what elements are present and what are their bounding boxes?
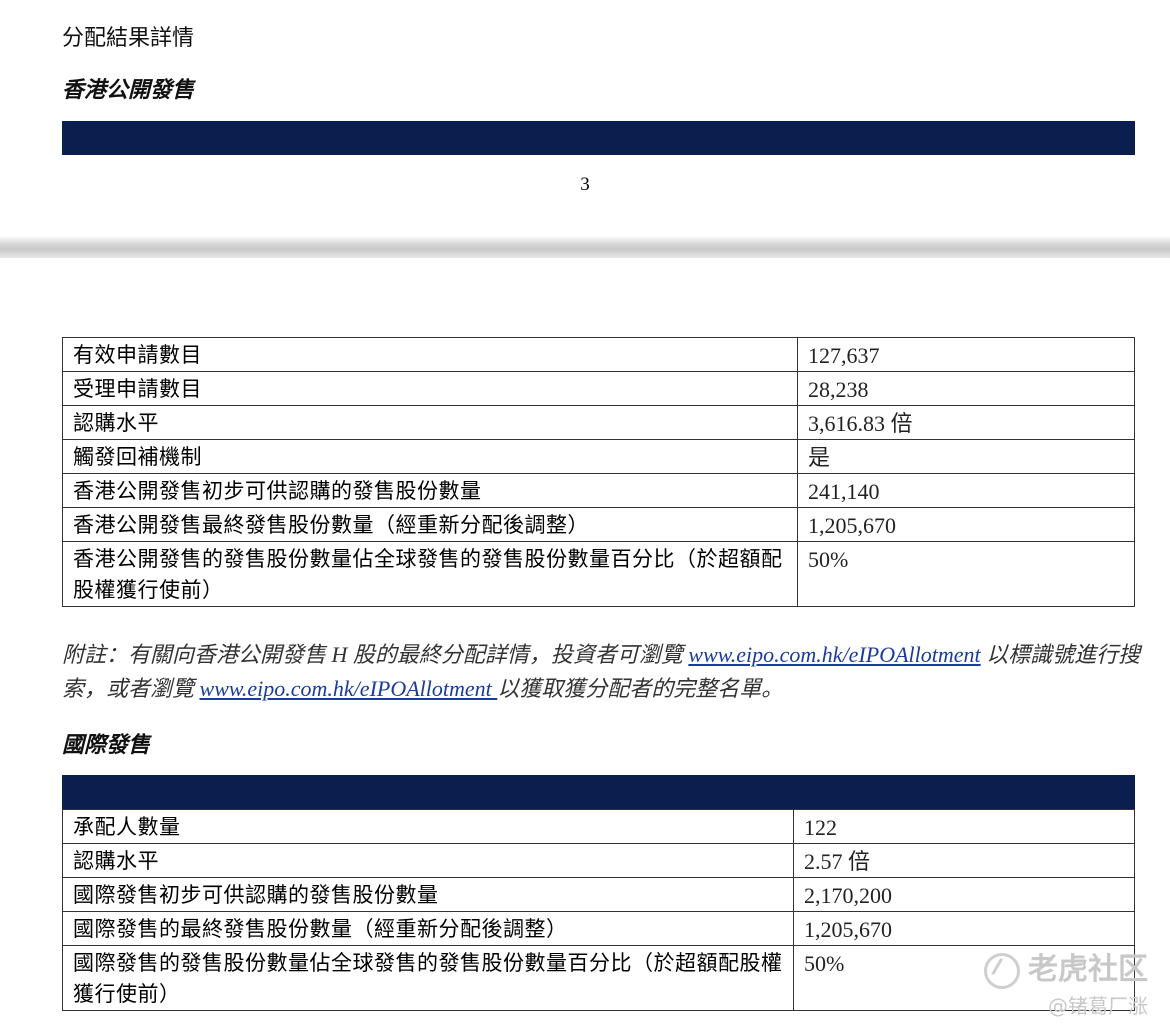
row-label: 觸發回補機制 (62, 439, 798, 474)
tiger-logo-icon (984, 952, 1020, 989)
row-label: 國際發售的發售股份數量佔全球發售的發售股份數量百分比（於超額配股權獲行使前） (62, 945, 794, 1011)
row-label: 香港公開發售的發售股份數量佔全球發售的發售股份數量百分比（於超額配股權獲行使前） (62, 541, 798, 607)
table-row: 有效申請數目 127,637 (62, 337, 1135, 372)
row-value: 2,170,200 (793, 877, 1135, 912)
table-row: 觸發回補機制是 (62, 439, 1135, 474)
eipo-link-2[interactable]: www.eipo.com.hk/eIPOAllotment (200, 676, 498, 701)
row-label: 香港公開發售初步可供認購的發售股份數量 (62, 473, 798, 508)
page-number: 3 (580, 174, 590, 195)
row-value: 127,637 (797, 337, 1135, 372)
eipo-link-1[interactable]: www.eipo.com.hk/eIPOAllotment (688, 642, 980, 667)
row-value: 50% (797, 541, 1135, 607)
row-value: 122 (793, 809, 1135, 844)
row-value: 2.57 倍 (793, 843, 1135, 878)
row-value: 1,205,670 (793, 911, 1135, 946)
watermark-brand: 老虎社区 (1028, 952, 1148, 987)
section-subtitle: 香港公開發售 (62, 78, 195, 103)
watermark-author: @锗葛厂涨 (1048, 994, 1148, 1018)
row-label: 認購水平 (62, 405, 798, 440)
row-label: 香港公開發售最終發售股份數量（經重新分配後調整） (62, 507, 798, 542)
row-label: 承配人數量 (62, 809, 794, 844)
watermark: 老虎社区 (984, 944, 1148, 989)
table-row: 受理申請數目 28,238 (62, 371, 1135, 406)
footnote-text-1: 附註：有關向香港公開發售 H 股的最終分配詳情，投資者可瀏覽 (62, 642, 689, 667)
table-row: 承配人數量 122 (62, 809, 1135, 844)
footnote: 附註：有關向香港公開發售 H 股的最終分配詳情，投資者可瀏覽 www.eipo.… (62, 638, 1162, 706)
row-value: 是 (797, 439, 1135, 474)
row-label: 認購水平 (62, 843, 794, 878)
footnote-text-3: 以獲取獲分配者的完整名單。 (497, 676, 784, 701)
table-row: 國際發售的最終發售股份數量（經重新分配後調整） 1,205,670 (62, 911, 1135, 946)
table-row: 國際發售的發售股份數量佔全球發售的發售股份數量百分比（於超額配股權獲行使前） 50… (62, 945, 1135, 1011)
row-value: 1,205,670 (797, 507, 1135, 542)
table-row: 國際發售初步可供認購的發售股份數量 2,170,200 (62, 877, 1135, 912)
row-label: 國際發售初步可供認購的發售股份數量 (62, 877, 794, 912)
intl-heading: 國際發售 (62, 733, 151, 758)
section-title: 分配結果詳情 (62, 26, 195, 51)
row-label: 國際發售的最終發售股份數量（經重新分配後調整） (62, 911, 794, 946)
table-row: 認購水平 2.57 倍 (62, 843, 1135, 878)
table-row: 認購水平 3,616.83 倍 (62, 405, 1135, 440)
header-bar (62, 121, 1135, 155)
row-value: 241,140 (797, 473, 1135, 508)
row-value: 3,616.83 倍 (797, 405, 1135, 440)
hk-offer-table: 有效申請數目 127,637 受理申請數目 28,238 認購水平 3,616.83 倍觸… (62, 337, 1135, 607)
row-value: 28,238 (797, 371, 1135, 406)
table-row: 香港公開發售最終發售股份數量（經重新分配後調整） 1,205,670 (62, 507, 1135, 542)
table-row: 香港公開發售初步可供認購的發售股份數量 241,140 (62, 473, 1135, 508)
intl-header-bar (62, 775, 1135, 809)
row-label: 有效申請數目 (62, 337, 798, 372)
intl-offer-table: 承配人數量 122 認購水平 2.57 倍國際發售初步可供認購的發售股份數量 2,170… (62, 809, 1135, 1011)
page-separator (0, 236, 1170, 258)
row-label: 受理申請數目 (62, 371, 798, 406)
table-row: 香港公開發售的發售股份數量佔全球發售的發售股份數量百分比（於超額配股權獲行使前）… (62, 541, 1135, 607)
